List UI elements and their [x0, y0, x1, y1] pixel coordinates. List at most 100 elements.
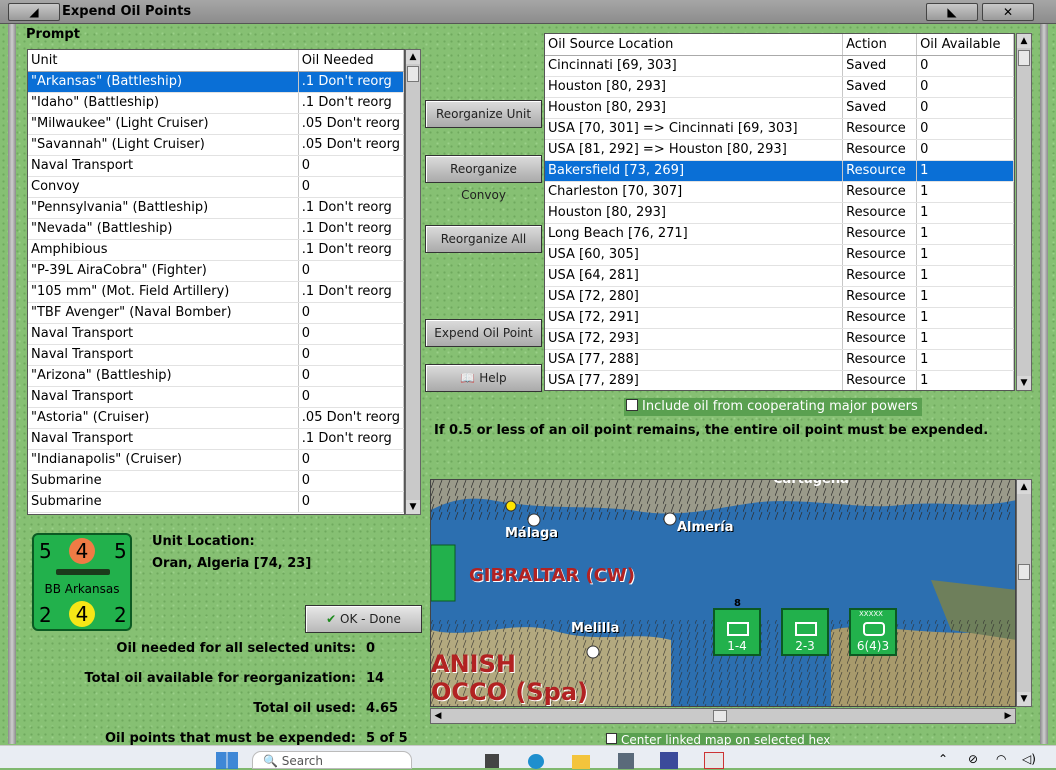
unit-row[interactable]: Naval Transport .1 Don't reorg	[28, 428, 404, 450]
unit-row[interactable]: Naval Transport 0	[28, 344, 404, 366]
scroll-thumb[interactable]	[407, 66, 419, 82]
map-unit-counter[interactable]: XXXXX 6(4)3	[849, 608, 897, 656]
scroll-up-arrow-icon[interactable]: ▲	[1017, 480, 1031, 494]
unit-row[interactable]: "Milwaukee" (Light Cruiser) .05 Don't reo…	[28, 113, 404, 135]
unit-row[interactable]: Amphibious .1 Don't reorg	[28, 239, 404, 261]
expend-oil-point-button[interactable]: Expend Oil Point	[425, 319, 542, 347]
unit-row[interactable]: Convoy 0	[28, 176, 404, 198]
unit-name-cell: Convoy	[28, 176, 299, 198]
game-icon[interactable]	[660, 752, 678, 769]
file-explorer-icon[interactable]	[572, 755, 590, 769]
oil-source-row[interactable]: Houston [80, 293] Resource 1	[545, 202, 1014, 224]
center-linked-map-checkbox[interactable]	[606, 733, 617, 744]
unit-row[interactable]: "P-39L AiraCobra" (Fighter) 0	[28, 260, 404, 282]
taskbar-search-box[interactable]: 🔍 Search	[252, 751, 412, 769]
scroll-down-arrow-icon[interactable]: ▼	[1017, 692, 1031, 706]
unit-row[interactable]: Submarine 0	[28, 470, 404, 492]
oil-source-row[interactable]: USA [64, 281] Resource 1	[545, 265, 1014, 287]
calculator-icon[interactable]	[618, 753, 634, 769]
unit-name-cell: Amphibious	[28, 239, 299, 261]
oil-available-column-header[interactable]: Oil Available	[916, 34, 1014, 56]
unit-row[interactable]: "Savannah" (Light Cruiser) .05 Don't reor…	[28, 134, 404, 156]
scroll-thumb[interactable]	[1018, 564, 1030, 580]
scroll-thumb[interactable]	[1018, 50, 1030, 66]
unit-row[interactable]: Naval Transport 0	[28, 155, 404, 177]
unit-row[interactable]: "Indianapolis" (Cruiser) 0	[28, 449, 404, 471]
oil-source-row[interactable]: USA [72, 280] Resource 1	[545, 286, 1014, 308]
include-oil-checkbox-row[interactable]: Include oil from cooperating major power…	[624, 398, 922, 416]
scroll-up-arrow-icon[interactable]: ▲	[406, 50, 420, 64]
chevron-up-icon[interactable]: ⌃	[938, 752, 948, 766]
reorganize-unit-button[interactable]: Reorganize Unit	[425, 100, 542, 128]
unit-row[interactable]: "TBF Avenger" (Naval Bomber) 0	[28, 302, 404, 324]
oil-source-row[interactable]: USA [72, 291] Resource 1	[545, 307, 1014, 329]
center-linked-map-label: Center linked map on selected hex	[621, 733, 831, 745]
window-menu-button[interactable]: ◢	[8, 3, 60, 21]
close-button[interactable]: ✕	[982, 3, 1034, 21]
oil-source-row[interactable]: Bakersfield [73, 269] Resource 1	[545, 160, 1014, 182]
map-unit-counter[interactable]: 8 1-4	[713, 598, 761, 656]
help-button[interactable]: 📖 Help	[425, 364, 542, 392]
scroll-thumb[interactable]	[713, 710, 727, 722]
active-app-icon[interactable]	[704, 752, 724, 769]
edge-browser-icon[interactable]	[528, 754, 544, 769]
oil-source-row[interactable]: Charleston [70, 307] Resource 1	[545, 181, 1014, 203]
map-vertical-scrollbar[interactable]: ▲ ▼	[1016, 479, 1032, 707]
oil-source-row[interactable]: USA [81, 292] => Houston [80, 293] Resour…	[545, 139, 1014, 161]
unit-row[interactable]: "Pennsylvania" (Battleship) .1 Don't reor…	[28, 197, 404, 219]
scroll-up-arrow-icon[interactable]: ▲	[1017, 34, 1031, 48]
reorganize-convoy-button[interactable]: Reorganize Convoy	[425, 155, 542, 202]
sources-scrollbar[interactable]: ▲ ▼	[1016, 33, 1032, 391]
linked-map[interactable]: Cartagena Málaga Almería GIBRALTAR (CW) …	[430, 479, 1016, 707]
headquarters-icon	[863, 622, 885, 636]
search-placeholder: Search	[281, 754, 324, 768]
unit-location-value: Oran, Algeria [74, 23]	[152, 556, 312, 571]
app-icon[interactable]	[485, 754, 499, 768]
scroll-down-arrow-icon[interactable]: ▼	[406, 500, 420, 514]
map-horizontal-scrollbar[interactable]: ◀ ▶	[430, 708, 1016, 724]
oil-source-row[interactable]: USA [70, 301] => Cincinnati [69, 303] Res…	[545, 118, 1014, 140]
unit-row[interactable]: "Arkansas" (Battleship) .1 Don't reorg	[28, 71, 404, 93]
oil-needed-column-header[interactable]: Oil Needed	[298, 50, 404, 72]
oil-needed-cell: 0	[298, 470, 404, 492]
scroll-right-arrow-icon[interactable]: ▶	[1001, 709, 1015, 723]
include-oil-checkbox[interactable]	[626, 399, 638, 411]
oil-source-row[interactable]: USA [72, 293] Resource 1	[545, 328, 1014, 350]
oil-source-row[interactable]: Long Beach [76, 271] Resource 1	[545, 223, 1014, 245]
windows-start-icon[interactable]	[216, 752, 238, 769]
center-linked-map-row[interactable]: Center linked map on selected hex	[606, 733, 831, 745]
scroll-down-arrow-icon[interactable]: ▼	[1017, 376, 1031, 390]
unit-row[interactable]: "Arizona" (Battleship) 0	[28, 365, 404, 387]
action-cell: Saved	[842, 97, 918, 119]
unit-row[interactable]: Naval Transport 0	[28, 323, 404, 345]
oil-source-row[interactable]: Houston [80, 293] Saved 0	[545, 76, 1014, 98]
unit-column-header[interactable]: Unit	[28, 50, 299, 72]
oil-source-row[interactable]: Houston [80, 293] Saved 0	[545, 97, 1014, 119]
unit-row[interactable]: "Nevada" (Battleship) .1 Don't reorg	[28, 218, 404, 240]
volume-icon[interactable]: ◁)	[1022, 752, 1036, 766]
scroll-left-arrow-icon[interactable]: ◀	[431, 709, 445, 723]
oil-available-cell: 1	[916, 244, 1014, 266]
oil-source-location-column-header[interactable]: Oil Source Location	[545, 34, 844, 56]
oil-source-row[interactable]: USA [60, 305] Resource 1	[545, 244, 1014, 266]
units-scrollbar[interactable]: ▲ ▼	[405, 49, 421, 515]
wifi-icon[interactable]: ◠	[996, 752, 1006, 766]
oil-source-row[interactable]: USA [77, 289] Resource 1	[545, 370, 1014, 390]
unit-row[interactable]: "105 mm" (Mot. Field Artillery) .1 Don't …	[28, 281, 404, 303]
total-available-value: 14	[366, 671, 385, 686]
oil-source-row[interactable]: USA [77, 288] Resource 1	[545, 349, 1014, 371]
unit-row[interactable]: Submarine 0	[28, 491, 404, 513]
oil-source-row[interactable]: Cincinnati [69, 303] Saved 0	[545, 55, 1014, 77]
taskbar: 🔍 Search ⌃ ⊘ ◠ ◁)	[0, 745, 1056, 769]
action-column-header[interactable]: Action	[842, 34, 918, 56]
ok-done-button[interactable]: ✔ OK - Done	[305, 605, 422, 633]
reorganize-all-button[interactable]: Reorganize All	[425, 225, 542, 253]
network-icon[interactable]: ⊘	[968, 752, 978, 766]
unit-strength: 6(4)3	[856, 639, 890, 653]
minimize-button[interactable]: ◣	[926, 3, 978, 21]
unit-row[interactable]: Naval Transport 0	[28, 386, 404, 408]
unit-row[interactable]: "Idaho" (Battleship) .1 Don't reorg	[28, 92, 404, 114]
map-unit-counter[interactable]: 2-3	[781, 608, 829, 656]
map-label-malaga: Málaga	[505, 526, 559, 541]
unit-row[interactable]: "Astoria" (Cruiser) .05 Don't reorg	[28, 407, 404, 429]
